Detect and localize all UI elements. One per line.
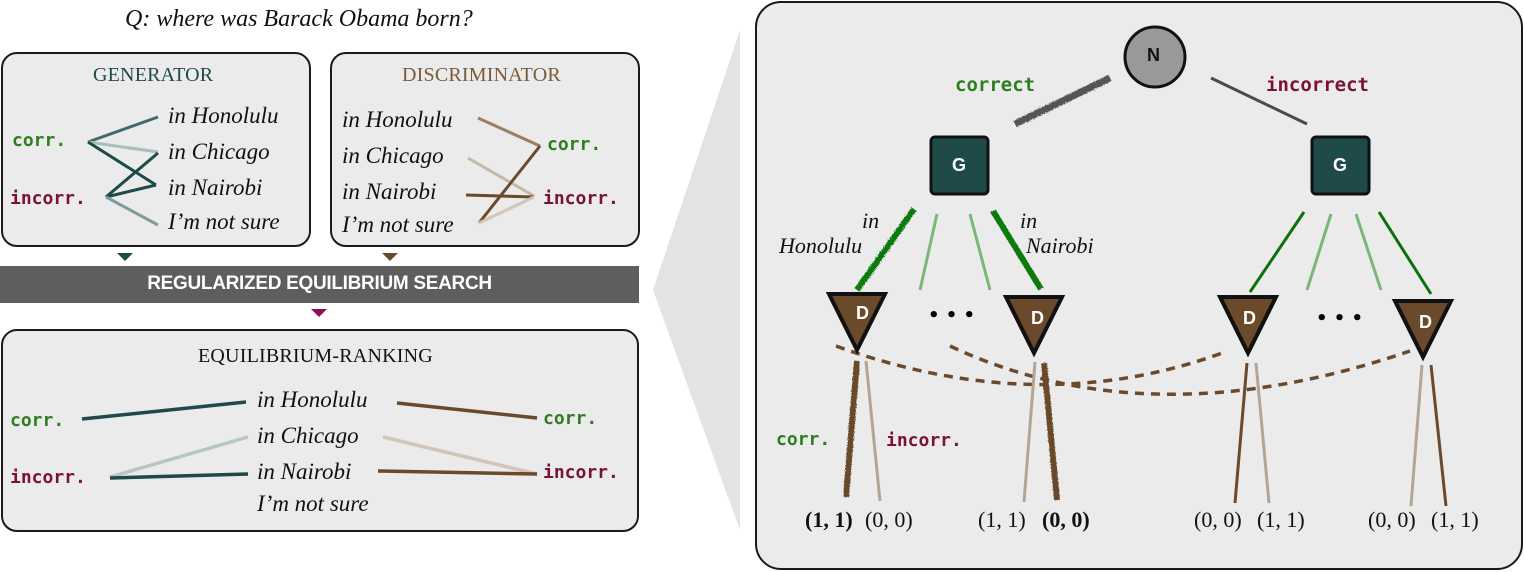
- payoff-8: (1, 1): [1431, 507, 1479, 532]
- leaf-label-incorr: incorr.: [886, 430, 962, 451]
- edge-g2-dx2: [1354, 213, 1383, 291]
- ellipsis-right: • • •: [1316, 308, 1364, 329]
- edge-g1-dx1: [918, 213, 939, 291]
- edge-d1-corr: [843, 360, 860, 498]
- ellipsis-left: • • •: [928, 305, 976, 326]
- payoff-6: (1, 1): [1257, 507, 1305, 532]
- generator-node-right-label: G: [1333, 155, 1348, 175]
- edge-d3-incorr: [1254, 362, 1271, 504]
- edge-d2-incorr: [1041, 362, 1060, 501]
- leaf-label-corr: corr.: [776, 429, 831, 450]
- edge-d4-corr: [1409, 364, 1424, 507]
- nature-node-label: N: [1147, 45, 1160, 65]
- payoff-5: (0, 0): [1194, 507, 1242, 532]
- discriminator-node-4-label: D: [1419, 312, 1432, 332]
- discriminator-node-1-label: D: [856, 303, 869, 323]
- discriminator-node-2-label: D: [1031, 308, 1044, 328]
- action-label-left-line1: in: [862, 208, 880, 233]
- edge-g2-dx1: [1305, 213, 1333, 291]
- payoff-1: (1, 1): [805, 507, 853, 532]
- edge-d3-corr: [1233, 362, 1249, 504]
- payoff-3: (1, 1): [978, 507, 1026, 532]
- info-set-curve-2: [949, 344, 1411, 396]
- edge-d4-incorr: [1429, 364, 1448, 507]
- edge-g2-d4: [1377, 211, 1433, 295]
- edge-g1-dx2: [968, 213, 992, 291]
- action-label-right-line2: Nairobi: [1026, 233, 1094, 258]
- generator-node-left-label: G: [952, 155, 967, 175]
- edge-d1-incorr: [864, 360, 882, 502]
- action-label-left-line2: Honolulu: [779, 233, 863, 258]
- payoff-2: (0, 0): [865, 507, 913, 532]
- branch-label-incorrect: incorrect: [1266, 74, 1369, 96]
- branch-label-correct: correct: [955, 74, 1036, 96]
- discriminator-node-3-label: D: [1243, 308, 1256, 328]
- info-set-curve-1: [835, 344, 1226, 387]
- payoff-7: (0, 0): [1368, 507, 1416, 532]
- payoff-4: (0, 0): [1042, 507, 1090, 532]
- action-label-right-line1: in: [1020, 208, 1038, 233]
- edge-g2-d3: [1248, 211, 1306, 293]
